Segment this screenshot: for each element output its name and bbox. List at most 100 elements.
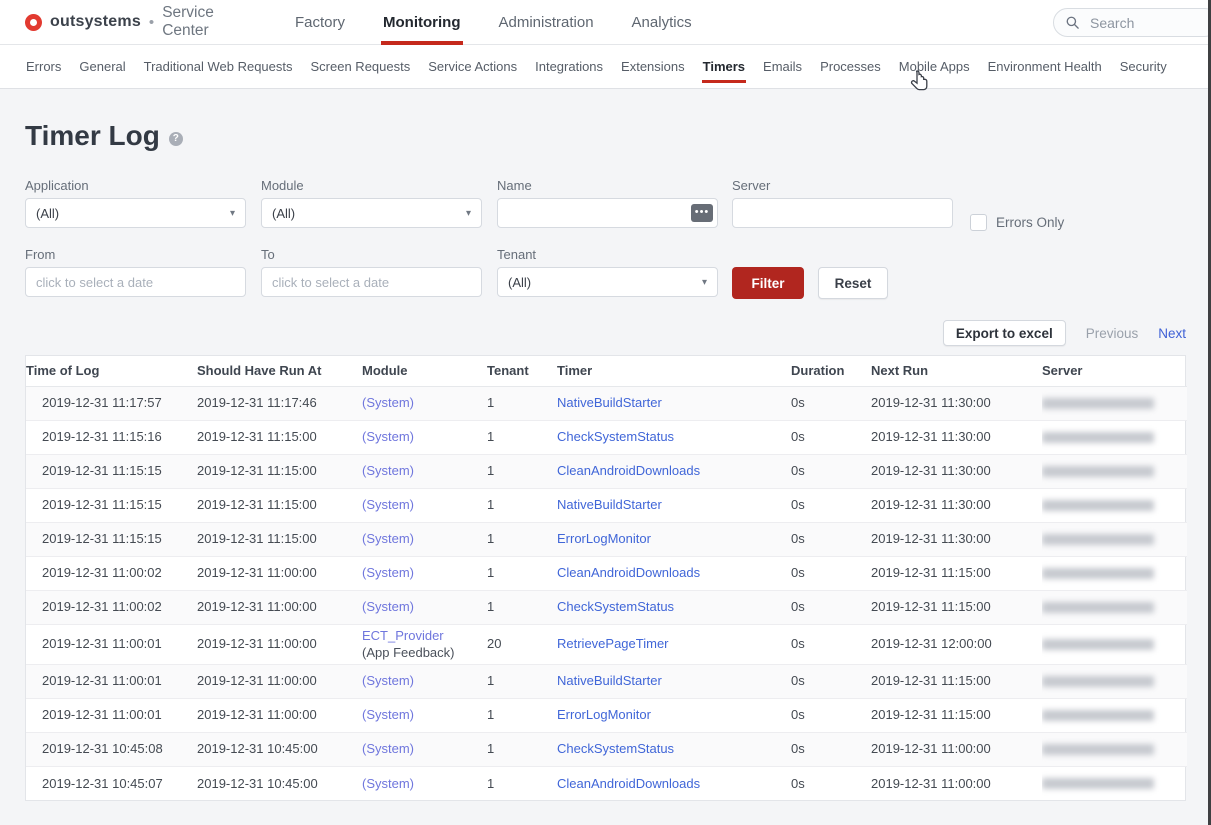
tenant-cell: 1 bbox=[487, 454, 557, 488]
timer-link[interactable]: CleanAndroidDownloads bbox=[557, 463, 700, 478]
module-link[interactable]: (System) bbox=[362, 395, 414, 410]
module-link[interactable]: (System) bbox=[362, 565, 414, 580]
application-select[interactable]: (All) ▾ bbox=[25, 198, 246, 228]
tab[interactable]: Extensions bbox=[620, 45, 686, 88]
duration-cell: 0s bbox=[791, 420, 871, 454]
module-link[interactable]: (System) bbox=[362, 599, 414, 614]
module-cell: (System) bbox=[362, 732, 487, 766]
tab[interactable]: Traditional Web Requests bbox=[143, 45, 294, 88]
server-cell bbox=[1042, 624, 1187, 664]
server-label: Server bbox=[732, 178, 770, 193]
module-note: (App Feedback) bbox=[362, 644, 481, 662]
next-page-link[interactable]: Next bbox=[1158, 326, 1186, 341]
tab[interactable]: Processes bbox=[819, 45, 882, 88]
module-link[interactable]: (System) bbox=[362, 741, 414, 756]
timer-link[interactable]: CheckSystemStatus bbox=[557, 599, 674, 614]
filter-button[interactable]: Filter bbox=[732, 267, 804, 299]
main-nav-item[interactable]: Factory bbox=[293, 0, 347, 44]
search-icon bbox=[1065, 15, 1080, 30]
chevron-down-icon: ▾ bbox=[230, 208, 235, 219]
filters-panel: Application Module Name Server (All) ▾ (… bbox=[25, 174, 1186, 302]
main-nav-item[interactable]: Monitoring bbox=[381, 0, 462, 44]
table-body: 2019-12-31 11:17:57 2019-12-31 11:17:46 … bbox=[26, 386, 1187, 800]
timer-link[interactable]: RetrievePageTimer bbox=[557, 636, 669, 651]
main-nav-item[interactable]: Analytics bbox=[630, 0, 694, 44]
errors-only-checkbox[interactable] bbox=[970, 214, 987, 231]
module-link[interactable]: (System) bbox=[362, 531, 414, 546]
column-header: Duration bbox=[791, 356, 871, 386]
module-cell: (System) bbox=[362, 766, 487, 800]
timer-link[interactable]: NativeBuildStarter bbox=[557, 497, 662, 512]
errors-only-toggle[interactable]: Errors Only bbox=[970, 214, 1064, 231]
should-have-run-at-cell: 2019-12-31 11:17:46 bbox=[197, 386, 362, 420]
timer-link[interactable]: CleanAndroidDownloads bbox=[557, 565, 700, 580]
timer-link[interactable]: ErrorLogMonitor bbox=[557, 531, 651, 546]
next-run-cell: 2019-12-31 11:30:00 bbox=[871, 522, 1042, 556]
server-input[interactable] bbox=[732, 198, 953, 228]
tab[interactable]: Service Actions bbox=[427, 45, 518, 88]
tab[interactable]: Timers bbox=[702, 45, 746, 88]
module-link[interactable]: (System) bbox=[362, 707, 414, 722]
tab[interactable]: Security bbox=[1119, 45, 1168, 88]
module-link[interactable]: (System) bbox=[362, 673, 414, 688]
search-input[interactable] bbox=[1088, 14, 1188, 32]
next-run-cell: 2019-12-31 11:15:00 bbox=[871, 556, 1042, 590]
table-row: 2019-12-31 11:15:15 2019-12-31 11:15:00 … bbox=[26, 488, 1187, 522]
should-have-run-at-cell: 2019-12-31 10:45:00 bbox=[197, 766, 362, 800]
main-nav-item[interactable]: Administration bbox=[497, 0, 596, 44]
should-have-run-at-cell: 2019-12-31 11:00:00 bbox=[197, 556, 362, 590]
table-row: 2019-12-31 11:15:16 2019-12-31 11:15:00 … bbox=[26, 420, 1187, 454]
server-cell bbox=[1042, 766, 1187, 800]
duration-cell: 0s bbox=[791, 664, 871, 698]
time-of-log-cell: 2019-12-31 11:00:02 bbox=[26, 590, 197, 624]
timer-link[interactable]: NativeBuildStarter bbox=[557, 673, 662, 688]
name-input[interactable] bbox=[497, 198, 718, 228]
module-cell: (System) bbox=[362, 698, 487, 732]
tab[interactable]: Integrations bbox=[534, 45, 604, 88]
tenant-select[interactable]: (All) ▾ bbox=[497, 267, 718, 297]
column-header: Module bbox=[362, 356, 487, 386]
timer-link[interactable]: CheckSystemStatus bbox=[557, 429, 674, 444]
next-run-cell: 2019-12-31 11:15:00 bbox=[871, 664, 1042, 698]
column-header: Tenant bbox=[487, 356, 557, 386]
timer-link[interactable]: ErrorLogMonitor bbox=[557, 707, 651, 722]
tab[interactable]: General bbox=[78, 45, 126, 88]
ellipsis-hint-icon[interactable]: ••• bbox=[691, 204, 713, 222]
module-link[interactable]: (System) bbox=[362, 497, 414, 512]
timer-cell: CheckSystemStatus bbox=[557, 732, 791, 766]
module-link[interactable]: (System) bbox=[362, 463, 414, 478]
table-row: 2019-12-31 10:45:07 2019-12-31 10:45:00 … bbox=[26, 766, 1187, 800]
search-box[interactable] bbox=[1053, 8, 1211, 37]
duration-cell: 0s bbox=[791, 522, 871, 556]
timer-link[interactable]: NativeBuildStarter bbox=[557, 395, 662, 410]
module-cell: (System) bbox=[362, 522, 487, 556]
tab[interactable]: Mobile Apps bbox=[898, 45, 971, 88]
duration-cell: 0s bbox=[791, 624, 871, 664]
timer-link[interactable]: CheckSystemStatus bbox=[557, 741, 674, 756]
top-bar: outsystems • Service Center Factory Moni… bbox=[0, 0, 1211, 45]
column-header: Should Have Run At bbox=[197, 356, 362, 386]
name-field-wrap: ••• bbox=[497, 198, 718, 228]
server-cell bbox=[1042, 732, 1187, 766]
previous-page-link[interactable]: Previous bbox=[1086, 326, 1139, 341]
module-link[interactable]: (System) bbox=[362, 429, 414, 444]
tab[interactable]: Errors bbox=[25, 45, 62, 88]
tab[interactable]: Environment Health bbox=[987, 45, 1103, 88]
chevron-down-icon: ▾ bbox=[466, 208, 471, 219]
export-to-excel-button[interactable]: Export to excel bbox=[943, 320, 1066, 346]
reset-button[interactable]: Reset bbox=[818, 267, 888, 299]
tenant-cell: 1 bbox=[487, 732, 557, 766]
tab[interactable]: Emails bbox=[762, 45, 803, 88]
help-icon[interactable]: ? bbox=[169, 132, 183, 146]
timer-link[interactable]: CleanAndroidDownloads bbox=[557, 776, 700, 791]
to-date-input[interactable] bbox=[261, 267, 482, 297]
module-select[interactable]: (All) ▾ bbox=[261, 198, 482, 228]
should-have-run-at-cell: 2019-12-31 11:00:00 bbox=[197, 590, 362, 624]
module-link[interactable]: ECT_Provider bbox=[362, 628, 444, 643]
next-run-cell: 2019-12-31 11:30:00 bbox=[871, 488, 1042, 522]
duration-cell: 0s bbox=[791, 590, 871, 624]
brand[interactable]: outsystems • Service Center bbox=[25, 0, 257, 44]
module-link[interactable]: (System) bbox=[362, 776, 414, 791]
tab[interactable]: Screen Requests bbox=[310, 45, 412, 88]
from-date-input[interactable] bbox=[25, 267, 246, 297]
